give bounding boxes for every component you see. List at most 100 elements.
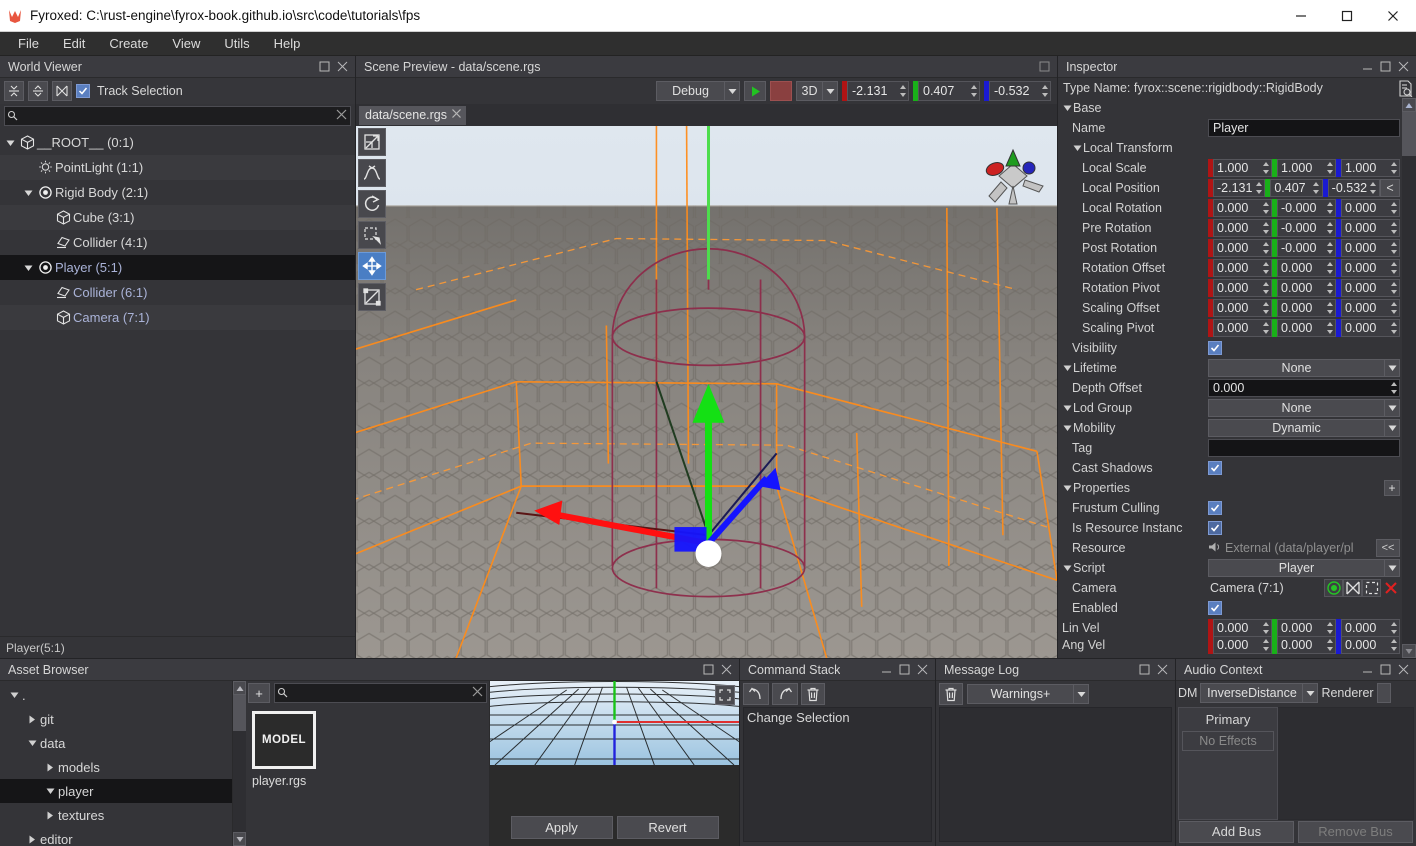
number-input[interactable]: 0.000 [1277,619,1336,637]
number-input[interactable]: 1.000 [1277,159,1336,177]
number-input[interactable]: 0.000 [1213,199,1272,217]
spinner-icon[interactable] [1260,320,1271,336]
vector-component-z[interactable]: 0.000 [1336,619,1400,637]
number-input[interactable]: 0.000 [1213,299,1272,317]
apply-button[interactable]: Apply [510,815,613,839]
number-input[interactable]: 0.000 [1341,199,1400,217]
checkbox[interactable] [1208,521,1222,535]
position-y-field[interactable]: 0.407 [913,81,980,101]
resource-open-button[interactable]: << [1376,539,1400,557]
chevron-down-icon[interactable] [1062,404,1073,412]
chevron-down-icon[interactable] [4,139,17,147]
scene-viewport[interactable] [356,126,1057,658]
vector-component-z[interactable]: 0.000 [1336,636,1400,654]
rect-select-icon[interactable] [358,221,386,249]
checkbox[interactable] [1208,501,1222,515]
text-input[interactable] [1208,439,1400,457]
spinner-icon[interactable] [1260,160,1271,176]
command-stack-item[interactable]: Change Selection [747,710,928,725]
vector3-editor[interactable]: 0.000 -0.000 0.000 [1208,199,1400,217]
menu-item-view[interactable]: View [160,34,212,53]
menu-item-help[interactable]: Help [262,34,313,53]
chevron-right-icon[interactable] [24,715,40,724]
command-stack-list[interactable]: Change Selection [743,707,932,842]
minimize-icon[interactable] [877,661,895,679]
vector-component-x[interactable]: 0.000 [1208,636,1272,654]
chevron-down-icon[interactable] [6,691,22,699]
dropdown[interactable]: Dynamic [1208,419,1400,437]
record-icon[interactable] [1324,579,1343,597]
spinner-icon[interactable] [968,82,979,100]
close-icon[interactable] [1370,0,1416,32]
vector3-editor[interactable]: 0.000 0.000 0.000 [1208,619,1400,637]
checkbox[interactable] [1208,461,1222,475]
asset-folder-item[interactable]: . [0,683,232,707]
position-z-field[interactable]: -0.532 [984,81,1051,101]
trash-icon[interactable] [801,683,825,705]
scene-tab[interactable]: data/scene.rgs [359,105,466,125]
number-input[interactable]: 0.000 [1341,636,1400,654]
spinner-icon[interactable] [1039,82,1050,100]
spinner-icon[interactable] [1311,180,1322,196]
spinner-icon[interactable] [1260,620,1271,636]
collapse-all-icon[interactable] [4,81,24,101]
number-input[interactable]: 0.000 [1341,219,1400,237]
maximize-icon[interactable] [1376,58,1394,76]
spinner-icon[interactable] [1324,637,1335,653]
number-input[interactable]: 0.000 [1213,279,1272,297]
menu-item-edit[interactable]: Edit [51,34,97,53]
close-icon[interactable] [717,661,735,679]
chevron-down-icon[interactable] [1062,484,1073,492]
number-input[interactable]: 0.000 [1341,319,1400,337]
number-input[interactable]: 0.000 [1341,299,1400,317]
minimize-icon[interactable] [1358,661,1376,679]
spinner-icon[interactable] [1260,637,1271,653]
spinner-icon[interactable] [1260,220,1271,236]
minimize-icon[interactable] [1278,0,1324,32]
dropdown[interactable]: None [1208,399,1400,417]
spinner-icon[interactable] [1324,300,1335,316]
dropdown[interactable]: None [1208,359,1400,377]
number-input[interactable]: 0.000 [1213,259,1272,277]
spinner-icon[interactable] [1324,620,1335,636]
vector-component-x[interactable]: 0.000 [1208,259,1272,277]
chevron-down-icon[interactable] [24,739,40,747]
spinner-icon[interactable] [1388,200,1399,216]
add-asset-button[interactable]: + [248,683,270,703]
asset-item[interactable]: MODEL player.rgs [252,711,320,788]
scene-tree-item[interactable]: Rigid Body (2:1) [0,180,355,205]
number-input[interactable]: 0.000 [1277,299,1336,317]
spinner-icon[interactable] [1324,160,1335,176]
asset-folder-item[interactable]: git [0,707,232,731]
vector-component-y[interactable]: -0.000 [1272,219,1336,237]
spinner-icon[interactable] [1388,160,1399,176]
number-input[interactable]: 0.000 [1213,636,1272,654]
audio-bus-item[interactable]: Primary [1179,708,1277,730]
close-icon[interactable] [1394,58,1412,76]
spinner-icon[interactable] [1260,240,1271,256]
close-icon[interactable] [1153,661,1171,679]
chevron-down-icon[interactable] [1072,144,1083,152]
number-input[interactable]: 0.000 [1341,259,1400,277]
number-input[interactable]: 0.000 [1208,379,1400,397]
spinner-icon[interactable] [1260,300,1271,316]
scroll-track[interactable] [233,695,246,832]
number-input[interactable]: 0.000 [1213,219,1272,237]
rotate-icon[interactable] [358,190,386,218]
vector-component-z[interactable]: 0.000 [1336,279,1400,297]
number-input[interactable]: -0.000 [1277,199,1336,217]
vector-component-x[interactable]: 0.000 [1208,279,1272,297]
play-button[interactable] [744,81,766,101]
vector-component-x[interactable]: 0.000 [1208,319,1272,337]
vector-component-y[interactable]: 1.000 [1272,159,1336,177]
clear-icon[interactable] [335,108,348,124]
maximize-icon[interactable] [699,661,717,679]
close-icon[interactable] [1394,661,1412,679]
scene-tree-item[interactable]: PointLight (1:1) [0,155,355,180]
asset-folder-item[interactable]: data [0,731,232,755]
asset-folder-item[interactable]: models [0,755,232,779]
scale-icon[interactable] [358,283,386,311]
scene-tree-item[interactable]: Cube (3:1) [0,205,355,230]
terrain-icon[interactable] [358,159,386,187]
number-input[interactable]: 0.000 [1277,279,1336,297]
